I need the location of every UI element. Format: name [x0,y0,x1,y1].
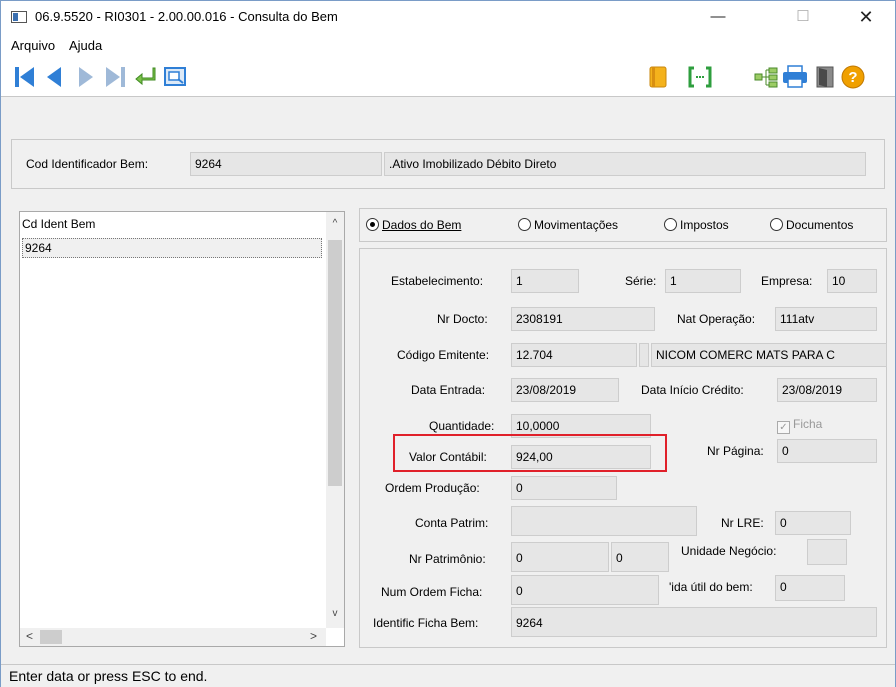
next-record-icon[interactable] [73,65,97,89]
book-icon[interactable] [647,65,671,89]
tab-documentos[interactable]: Documentos [770,218,853,232]
code-brackets-icon[interactable] [687,65,712,89]
nat-operacao-field[interactable]: 111atv [775,307,877,331]
hscroll-thumb[interactable] [40,630,62,644]
checkmark-icon: ✓ [777,421,790,434]
cod-identificador-label: Cod Identificador Bem: [26,157,149,171]
tab-bar: Dados do Bem Movimentações Impostos Docu… [359,208,887,242]
scroll-left-icon[interactable]: < [26,629,33,643]
data-inicio-credito-field[interactable]: 23/08/2019 [777,378,877,402]
tab-dados-do-bem[interactable]: Dados do Bem [366,218,461,232]
nat-operacao-label: Nat Operação: [677,312,756,326]
description-field[interactable]: .Ativo Imobilizado Débito Direto [384,152,866,176]
scroll-thumb[interactable] [328,240,342,486]
help-icon[interactable]: ? [841,65,865,89]
empresa-field[interactable]: 10 [827,269,877,293]
nr-pagina-field[interactable]: 0 [777,439,877,463]
app-icon [11,11,27,23]
radio-icon [664,218,677,231]
bem-list: Cd Ident Bem 9264 ^ v < > [19,211,345,647]
tab-impostos[interactable]: Impostos [664,218,729,232]
maximize-button[interactable]: ☐ [788,5,818,29]
list-item[interactable]: 9264 [22,238,322,258]
conta-patrim-label: Conta Patrim: [415,516,489,530]
minimize-button[interactable]: — [703,5,733,29]
codigo-emitente-field[interactable]: 12.704 [511,343,637,367]
nr-docto-label: Nr Docto: [437,312,488,326]
vertical-scrollbar[interactable]: ^ v [326,212,344,628]
menu-arquivo[interactable]: Arquivo [11,38,55,53]
title-bar: 06.9.5520 - RI0301 - 2.00.00.016 - Consu… [1,1,895,33]
nr-lre-label: Nr LRE: [721,516,764,530]
menu-ajuda[interactable]: Ajuda [69,38,102,53]
tab-movimentacoes[interactable]: Movimentações [518,218,618,232]
app-window: 06.9.5520 - RI0301 - 2.00.00.016 - Consu… [0,0,896,687]
radio-selected-icon [366,218,379,231]
return-icon[interactable] [133,65,157,89]
exit-door-icon[interactable] [813,65,837,89]
radio-icon [518,218,531,231]
tree-icon[interactable] [753,65,778,89]
svg-text:?: ? [848,69,857,86]
codigo-emitente-extra-field[interactable] [639,343,649,367]
nr-patrimonio-label: Nr Patrimônio: [409,552,486,566]
identific-ficha-bem-label: Identific Ficha Bem: [373,616,479,630]
last-record-icon[interactable] [103,65,127,89]
vida-util-field[interactable]: 0 [775,575,845,601]
unidade-negocio-label: Unidade Negócio: [681,544,777,558]
emitente-name-field[interactable]: NICOM COMERC MATS PARA C [651,343,887,367]
nr-docto-field[interactable]: 2308191 [511,307,655,331]
menu-bar: Arquivo Ajuda [1,33,895,57]
highlight-box [393,434,667,472]
serie-field[interactable]: 1 [665,269,741,293]
codigo-emitente-label: Código Emitente: [397,348,490,362]
quantidade-label: Quantidade: [429,419,495,433]
data-entrada-field[interactable]: 23/08/2019 [511,378,619,402]
list-column-header[interactable]: Cd Ident Bem [22,217,95,231]
scroll-down-icon[interactable]: v [326,608,344,619]
unidade-negocio-field[interactable] [807,539,847,565]
nr-patrimonio-field[interactable]: 0 [511,542,609,572]
nr-lre-field[interactable]: 0 [775,511,851,535]
data-inicio-credito-label: Data Início Crédito: [641,383,744,397]
window-title: 06.9.5520 - RI0301 - 2.00.00.016 - Consu… [35,9,338,24]
first-record-icon[interactable] [13,65,37,89]
toolbar: ? [1,57,895,97]
previous-record-icon[interactable] [41,65,65,89]
status-text: Enter data or press ESC to end. [9,668,208,684]
close-button[interactable]: ✕ [851,5,881,29]
print-icon[interactable] [781,65,807,89]
scroll-right-icon[interactable]: > [310,629,317,643]
estabelecimento-label: Estabelecimento: [391,274,484,288]
ordem-producao-field[interactable]: 0 [511,476,617,500]
ficha-checkbox[interactable]: ✓ Ficha [777,417,822,434]
identific-ficha-bem-field[interactable]: 9264 [511,607,877,637]
radio-icon [770,218,783,231]
ordem-producao-label: Ordem Produção: [385,481,480,495]
estabelecimento-field[interactable]: 1 [511,269,579,293]
zoom-icon[interactable] [163,65,187,89]
vida-util-label: 'ida útil do bem: [669,580,753,594]
header-panel: Cod Identificador Bem: 9264 .Ativo Imobi… [11,139,885,189]
status-bar: Enter data or press ESC to end. [1,664,895,687]
empresa-label: Empresa: [761,274,813,288]
serie-label: Série: [625,274,657,288]
data-entrada-label: Data Entrada: [411,383,486,397]
horizontal-scrollbar[interactable]: < > [20,628,326,646]
nr-patrimonio-seq-field[interactable]: 0 [611,542,669,572]
nr-pagina-label: Nr Página: [707,444,764,458]
conta-patrim-field[interactable] [511,506,697,536]
num-ordem-ficha-label: Num Ordem Ficha: [381,585,483,599]
num-ordem-ficha-field[interactable]: 0 [511,575,659,605]
scroll-up-icon[interactable]: ^ [326,218,344,229]
cod-identificador-field[interactable]: 9264 [190,152,382,176]
